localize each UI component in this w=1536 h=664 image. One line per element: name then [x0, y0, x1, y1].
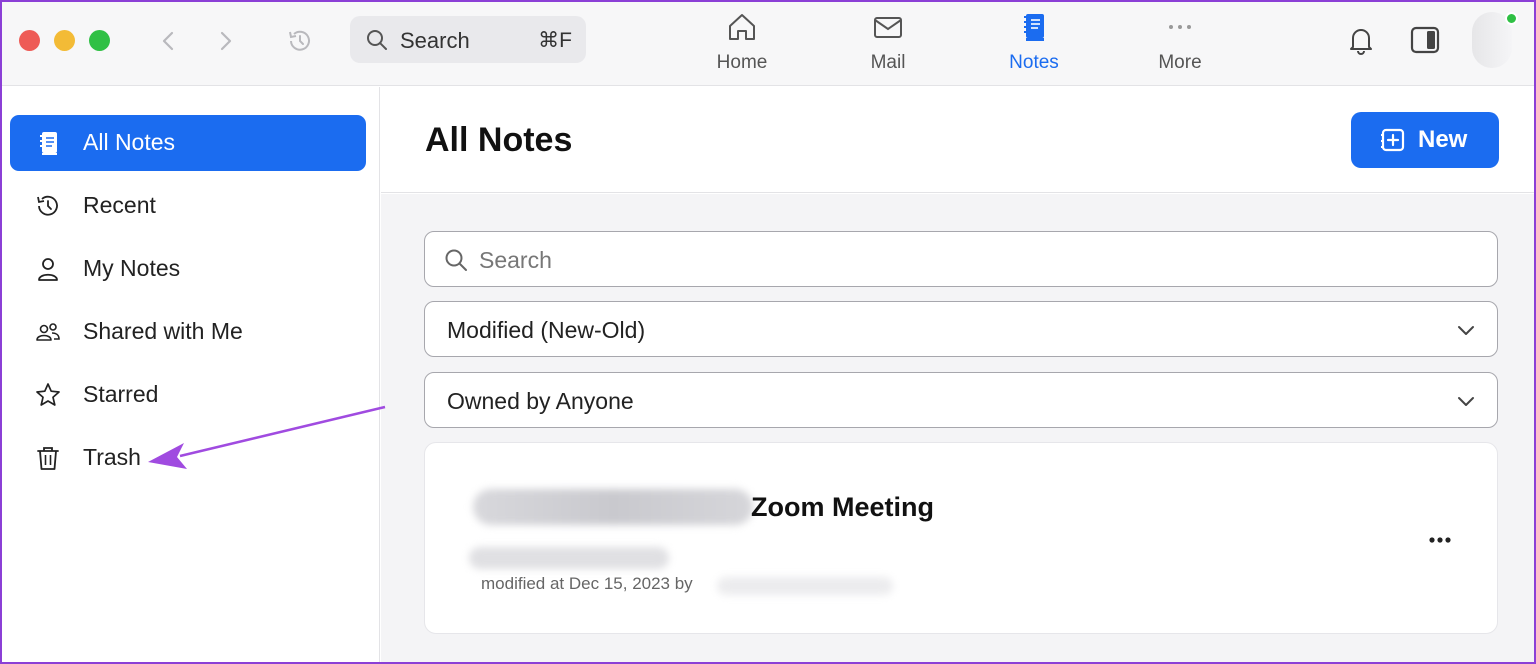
note-card[interactable]: Zoom Meeting modified at Dec 15, 2023 by — [424, 442, 1498, 634]
close-window-button[interactable] — [19, 30, 40, 51]
notes-search-input[interactable]: Search — [424, 231, 1498, 287]
more-dots-icon — [1169, 25, 1191, 29]
trash-icon — [34, 444, 62, 472]
title-bar: Search ⌘F Home Mail Notes More — [2, 2, 1534, 86]
sidebar: All Notes Recent My Notes Shared with Me… — [2, 87, 380, 662]
tab-notes-label: Notes — [1009, 52, 1059, 73]
page-title: All Notes — [425, 121, 573, 159]
search-icon — [367, 30, 387, 50]
new-note-label: New — [1418, 126, 1468, 153]
minimize-window-button[interactable] — [54, 30, 75, 51]
tab-mail[interactable]: Mail — [833, 10, 943, 80]
global-search-button[interactable]: Search ⌘F — [350, 16, 586, 63]
person-icon — [34, 255, 62, 283]
sidebar-item-label: All Notes — [83, 129, 176, 155]
notes-icon — [1024, 14, 1044, 41]
sidebar-item-label: My Notes — [83, 255, 181, 281]
star-icon — [34, 381, 62, 409]
people-icon — [34, 318, 62, 346]
tab-home[interactable]: Home — [687, 10, 797, 80]
sidebar-item-all-notes[interactable]: All Notes — [10, 115, 366, 171]
sidebar-toggle-icon[interactable] — [1407, 22, 1443, 58]
zoom-window-button[interactable] — [89, 30, 110, 51]
redacted-text — [717, 577, 893, 595]
sidebar-item-label: Trash — [83, 444, 141, 470]
tab-mail-label: Mail — [870, 52, 906, 73]
mail-icon — [874, 17, 902, 38]
back-icon[interactable] — [154, 26, 184, 56]
bell-icon[interactable] — [1343, 22, 1379, 58]
forward-icon[interactable] — [210, 26, 240, 56]
sort-value: Modified (New-Old) — [447, 317, 646, 343]
tab-notes[interactable]: Notes — [979, 10, 1089, 80]
sidebar-item-trash[interactable]: Trash — [10, 430, 366, 486]
sidebar-item-label: Recent — [83, 192, 156, 218]
main-header: All Notes New — [381, 87, 1534, 193]
search-icon — [445, 249, 467, 271]
global-search-label: Search — [400, 28, 470, 53]
sidebar-item-label: Shared with Me — [83, 318, 243, 344]
chevron-down-icon — [1458, 397, 1474, 406]
sidebar-item-shared-with-me[interactable]: Shared with Me — [10, 304, 366, 360]
sidebar-item-label: Starred — [83, 381, 159, 407]
owner-filter-value: Owned by Anyone — [447, 388, 634, 414]
home-icon — [729, 14, 755, 40]
note-meta: modified at Dec 15, 2023 by — [481, 574, 693, 593]
sort-dropdown[interactable]: Modified (New-Old) — [424, 301, 1498, 357]
online-status-dot — [1505, 12, 1518, 25]
sidebar-item-starred[interactable]: Starred — [10, 367, 366, 423]
notes-icon — [34, 129, 62, 157]
tab-more-label: More — [1158, 52, 1202, 73]
redacted-text — [469, 547, 669, 569]
note-more-options-icon[interactable] — [1423, 523, 1457, 557]
history-icon — [34, 192, 62, 220]
tab-more[interactable]: More — [1125, 10, 1235, 80]
notes-panel: Search Modified (New-Old) Owned by Anyon… — [381, 194, 1534, 662]
search-shortcut: ⌘F — [538, 29, 572, 52]
new-note-icon — [1381, 128, 1405, 152]
note-title: Zoom Meeting — [751, 492, 934, 522]
sidebar-item-recent[interactable]: Recent — [10, 178, 366, 234]
app-window: Search ⌘F Home Mail Notes More All Notes… — [0, 0, 1536, 664]
redacted-text — [473, 489, 753, 525]
owner-filter-dropdown[interactable]: Owned by Anyone — [424, 372, 1498, 428]
sidebar-item-my-notes[interactable]: My Notes — [10, 241, 366, 297]
search-placeholder: Search — [479, 247, 552, 273]
tab-home-label: Home — [716, 52, 768, 73]
chevron-down-icon — [1458, 326, 1474, 335]
history-icon[interactable] — [285, 26, 315, 56]
new-note-button[interactable]: New — [1351, 112, 1499, 168]
